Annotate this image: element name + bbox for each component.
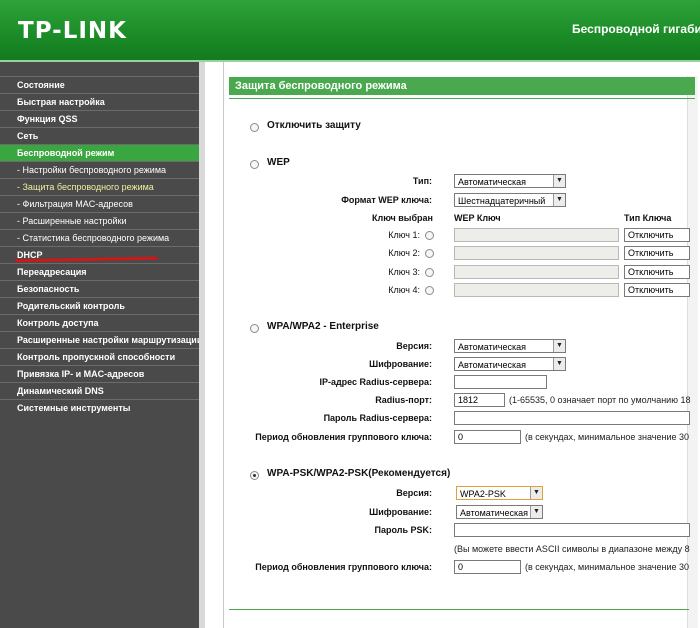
sidebar-item-security[interactable]: Безопасность (0, 280, 199, 297)
page-title: Защита беспроводного режима (229, 77, 695, 95)
sidebar: Состояние Быстрая настройка Функция QSS … (0, 62, 199, 628)
disable-security-radio[interactable] (250, 123, 259, 132)
psk-group-input[interactable]: 0 (454, 560, 521, 574)
key2-input[interactable] (454, 246, 619, 260)
enterprise-radio[interactable] (250, 324, 259, 333)
sidebar-item-wireless[interactable]: Беспроводной режим (0, 144, 199, 161)
psk-enc-label: Шифрование: (369, 507, 432, 517)
key3-input[interactable] (454, 265, 619, 279)
col-key-selected: Ключ выбран (372, 213, 433, 223)
sidebar-item-qss[interactable]: Функция QSS (0, 110, 199, 127)
key2-type-select[interactable]: Отключить (624, 246, 690, 260)
sidebar-item-wireless-security[interactable]: - Защита беспроводного режима (0, 178, 199, 195)
wep-label: WEP (267, 157, 290, 168)
psk-group-note: (в секундах, минимальное значение 30 (525, 562, 689, 572)
title-underline (229, 98, 695, 99)
sidebar-item-ddns[interactable]: Динамический DNS (0, 382, 199, 399)
sidebar-item-bandwidth-control[interactable]: Контроль пропускной способности (0, 348, 199, 365)
sidebar-item-system-tools[interactable]: Системные инструменты (0, 399, 199, 416)
key4-radio[interactable] (425, 286, 434, 295)
psk-version-value: WPA2-PSK (460, 489, 506, 499)
ent-group-label: Период обновления группового ключа: (255, 432, 432, 442)
key1-radio[interactable] (425, 231, 434, 240)
key2-label: Ключ 2: (388, 248, 420, 258)
sidebar-item-quick-setup[interactable]: Быстрая настройка (0, 93, 199, 110)
radius-pass-label: Пароль Radius-сервера: (323, 413, 432, 423)
col-key-type: Тип Ключа (624, 213, 672, 223)
sidebar-item-access-control[interactable]: Контроль доступа (0, 314, 199, 331)
wep-type-select[interactable]: Автоматическая ▼ (454, 174, 566, 188)
enterprise-label: WPA/WPA2 - Enterprise (267, 321, 379, 332)
sidebar-item-wireless-settings[interactable]: - Настройки беспроводного режима (0, 161, 199, 178)
chevron-down-icon: ▼ (530, 487, 542, 499)
psk-label: WPA-PSK/WPA2-PSK(Рекомендуется) (267, 468, 451, 479)
chevron-down-icon: ▼ (553, 194, 565, 206)
key1-label: Ключ 1: (388, 230, 420, 240)
ent-version-label: Версия: (396, 341, 432, 351)
wep-format-select[interactable]: Шестнадцатеричный ▼ (454, 193, 566, 207)
content-left-border (223, 62, 224, 628)
wep-type-label: Тип: (412, 176, 432, 186)
ent-enc-value: Автоматическая (458, 360, 526, 370)
ent-group-note: (в секундах, минимальное значение 30 (525, 432, 689, 442)
radius-port-label: Radius-порт: (375, 395, 432, 405)
top-banner: TP-LINK Беспроводной гигабит (0, 0, 700, 62)
chevron-down-icon: ▼ (553, 340, 565, 352)
sidebar-item-parental-control[interactable]: Родительский контроль (0, 297, 199, 314)
wep-format-value: Шестнадцатеричный (458, 196, 546, 206)
model-title: Беспроводной гигабит (572, 22, 700, 36)
psk-enc-value: Автоматическая (460, 508, 528, 518)
radius-port-note: (1-65535, 0 означает порт по умолчанию 1… (509, 395, 691, 405)
key1-input[interactable] (454, 228, 619, 242)
sidebar-menu: Состояние Быстрая настройка Функция QSS … (0, 76, 199, 416)
sidebar-item-forwarding[interactable]: Переадресация (0, 263, 199, 280)
ent-enc-select[interactable]: Автоматическая ▼ (454, 357, 566, 371)
key3-type-select[interactable]: Отключить (624, 265, 690, 279)
sidebar-item-status[interactable]: Состояние (0, 76, 199, 93)
sidebar-item-mac-filtering[interactable]: - Фильтрация MAC-адресов (0, 195, 199, 212)
ent-version-value: Автоматическая (458, 342, 526, 352)
chevron-down-icon: ▼ (553, 175, 565, 187)
psk-group-label: Период обновления группового ключа: (255, 562, 432, 572)
main-content: Защита беспроводного режима Отключить за… (205, 62, 700, 628)
key3-label: Ключ 3: (388, 267, 420, 277)
disable-security-label: Отключить защиту (267, 120, 361, 131)
key2-radio[interactable] (425, 249, 434, 258)
sidebar-item-wireless-advanced[interactable]: - Расширенные настройки (0, 212, 199, 229)
ent-version-select[interactable]: Автоматическая ▼ (454, 339, 566, 353)
key4-type-select[interactable]: Отключить (624, 283, 690, 297)
tp-link-logo: TP-LINK (18, 18, 127, 44)
radius-port-input[interactable]: 1812 (454, 393, 505, 407)
radius-ip-label: IP-адрес Radius-сервера: (319, 377, 432, 387)
wep-type-value: Автоматическая (458, 177, 526, 187)
sidebar-item-wireless-statistics[interactable]: - Статистика беспроводного режима (0, 229, 199, 246)
psk-version-label: Версия: (396, 488, 432, 498)
radius-pass-input[interactable] (454, 411, 690, 425)
col-wep-key: WEP Ключ (454, 213, 501, 223)
wep-radio[interactable] (250, 160, 259, 169)
radius-ip-input[interactable] (454, 375, 547, 389)
psk-enc-select[interactable]: Автоматическая ▼ (456, 505, 543, 519)
key3-radio[interactable] (425, 268, 434, 277)
wep-format-label: Формат WEP ключа: (341, 195, 432, 205)
key4-input[interactable] (454, 283, 619, 297)
ent-enc-label: Шифрование: (369, 359, 432, 369)
sidebar-item-network[interactable]: Сеть (0, 127, 199, 144)
ent-group-input[interactable]: 0 (454, 430, 521, 444)
sidebar-item-ip-mac-binding[interactable]: Привязка IP- и MAC-адресов (0, 365, 199, 382)
psk-version-select[interactable]: WPA2-PSK ▼ (456, 486, 543, 500)
chevron-down-icon: ▼ (553, 358, 565, 370)
chevron-down-icon: ▼ (530, 506, 542, 518)
psk-pass-note: (Вы можете ввести ASCII символы в диапаз… (454, 544, 690, 554)
psk-pass-label: Пароль PSK: (374, 525, 433, 535)
psk-pass-input[interactable] (454, 523, 690, 537)
sidebar-item-advanced-routing[interactable]: Расширенные настройки маршрутизации (0, 331, 199, 348)
bottom-divider (229, 609, 689, 610)
key4-label: Ключ 4: (388, 285, 420, 295)
psk-radio[interactable] (250, 471, 259, 480)
key1-type-select[interactable]: Отключить (624, 228, 690, 242)
